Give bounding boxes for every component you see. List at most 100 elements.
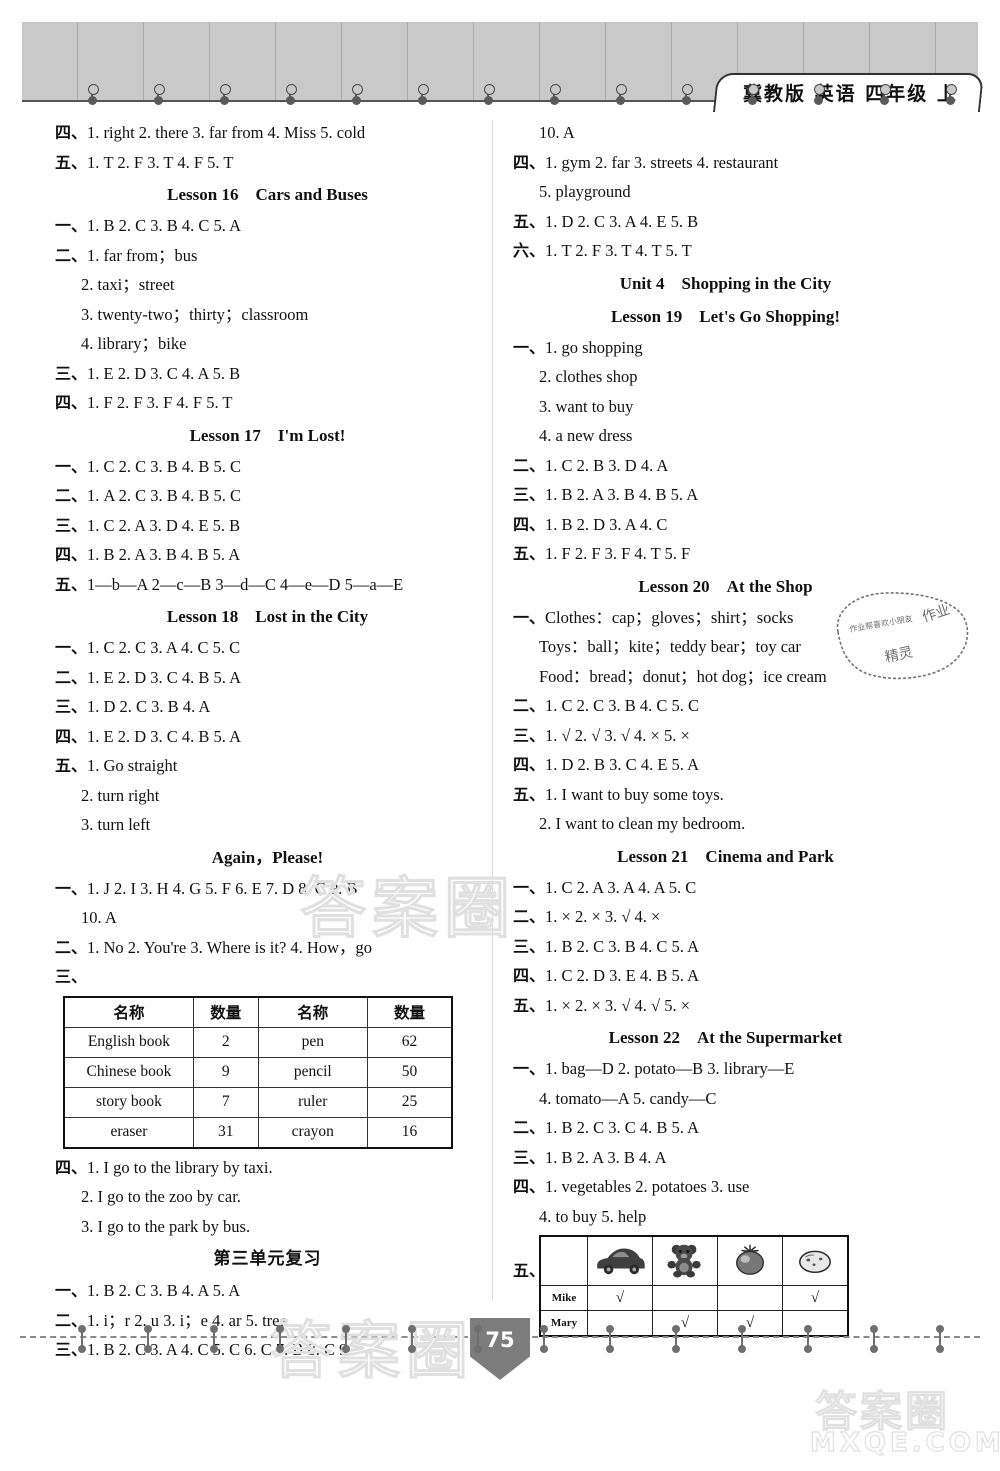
- answer-line: 3. want to buy: [539, 396, 634, 416]
- empty-cell: [652, 1285, 718, 1311]
- tick-mark-cell: √: [782, 1285, 849, 1311]
- answer-text: 1. gym 2. far 3. streets 4. restaurant: [545, 152, 779, 172]
- question-marker: 一、: [513, 1059, 546, 1078]
- picture-cell-tomato: [717, 1235, 783, 1286]
- question-marker: 三、: [513, 725, 546, 745]
- answer-line: 2. I go to the zoo by car.: [81, 1187, 241, 1206]
- question-marker: 三、: [55, 967, 88, 986]
- answer-text: 1. D 2. C 3. A 4. E 5. B: [545, 211, 699, 231]
- answer-text: 1. B 2. A 3. B 4. A: [545, 1147, 667, 1167]
- binding-hole: [682, 84, 693, 95]
- answer-line: 五、1—b—A 2—c—B 3—d—C 4—e—D 5—a—E: [55, 570, 480, 600]
- table-cell: 2: [192, 1026, 259, 1058]
- question-marker: 二、: [55, 486, 88, 505]
- answer-text: 1. B 2. C 3. B 4. A 5. A: [87, 1281, 241, 1300]
- answer-line: 三、1. B 2. C 3. A 4. C 5. C 6. C 7. B 8. …: [55, 1335, 480, 1365]
- binding-ring-bottom: [276, 1325, 284, 1333]
- answer-line: 一、1. B 2. C 3. B 4. A 5. A: [55, 1276, 480, 1306]
- question-marker: 四、: [513, 152, 546, 172]
- binding-ring-bottom: [870, 1325, 878, 1333]
- answer-line: 五、1. Go straight: [55, 751, 480, 781]
- answer-line: 三、1. B 2. A 3. B 4. A: [513, 1143, 938, 1173]
- answer-line: 五、1. × 2. × 3. √ 4. √ 5. ×: [513, 991, 938, 1021]
- answer-text: 1. A 2. C 3. B 4. B 5. C: [87, 486, 242, 505]
- table-cell: ruler: [257, 1086, 369, 1118]
- table-header-row: 名称 数量 名称 数量: [63, 996, 453, 1028]
- table-cell: pen: [257, 1026, 369, 1058]
- binding-ring: [550, 96, 559, 105]
- watermark-logo-cn: 答案圈: [814, 1387, 951, 1437]
- table-cell: pencil: [257, 1056, 369, 1088]
- answer-line: 二、1. A 2. C 3. B 4. B 5. C: [55, 481, 480, 511]
- table-cell: crayon: [257, 1116, 369, 1148]
- answer-line: 二、1. far from；bus: [55, 241, 480, 271]
- empty-cell: [782, 1310, 849, 1337]
- unit-review-title: 第三单元复习: [213, 1249, 322, 1269]
- answer-line: 一、1. J 2. I 3. H 4. G 5. F 6. E 7. D 8. …: [55, 874, 480, 904]
- question-marker: 四、: [513, 755, 546, 774]
- answer-text: 1. B 2. D 3. A 4. C: [545, 514, 668, 534]
- answer-line: 三、1. C 2. A 3. D 4. E 5. B: [55, 511, 480, 541]
- answer-line: 六、1. T 2. F 3. T 4. T 5. T: [513, 236, 938, 266]
- answer-text: 1. C 2. A 3. A 4. A 5. C: [545, 877, 697, 897]
- tick-mark-cell: √: [652, 1310, 718, 1337]
- binding-ring: [814, 96, 823, 105]
- answer-line: 五、1. T 2. F 3. T 4. F 5. T: [55, 148, 480, 178]
- answer-text: 1. B 2. C 3. A 4. C 5. C 6. C 7. B 8. C …: [87, 1340, 352, 1359]
- answer-line: 四、1. C 2. D 3. E 4. B 5. A: [513, 961, 938, 991]
- answer-line: 3. twenty-two；thirty；classroom: [81, 304, 309, 324]
- answer-text: 1. T 2. F 3. T 4. F 5. T: [87, 152, 234, 172]
- binding-ring-bottom: [936, 1325, 944, 1333]
- table-cell: eraser: [63, 1116, 194, 1148]
- question-marker: 一、: [513, 607, 546, 627]
- answer-line: 四、1. gym 2. far 3. streets 4. restaurant: [513, 148, 938, 178]
- answer-text: 1. far from；bus: [87, 245, 198, 265]
- answer-line: 2. I want to clean my bedroom.: [539, 814, 746, 833]
- question-marker: 一、: [55, 216, 88, 235]
- answer-text: 1. E 2. D 3. C 4. A 5. B: [87, 363, 241, 383]
- answer-text: 1. × 2. × 3. √ 4. √ 5. ×: [545, 995, 691, 1015]
- answer-line: 二、1. i；r 2. u 3. i；e 4. ar 5. tree: [55, 1306, 480, 1336]
- answer-text: 1. D 2. B 3. C 4. E 5. A: [545, 755, 700, 774]
- question-marker: 三、: [513, 485, 546, 504]
- question-marker: 四、: [55, 726, 88, 746]
- lesson-title: Lesson 21 Cinema and Park: [617, 846, 834, 866]
- binding-hole: [616, 84, 627, 95]
- question-marker: 一、: [55, 456, 88, 476]
- question-marker: 二、: [55, 937, 88, 957]
- question-marker: 二、: [513, 907, 546, 926]
- answer-text: 1. C 2. C 3. B 4. B 5. C: [87, 456, 242, 476]
- question-marker: 四、: [513, 514, 546, 534]
- answer-line: 2. turn right: [81, 785, 160, 805]
- binding-ring: [88, 96, 97, 105]
- answer-text: 1. C 2. C 3. A 4. C 5. C: [87, 638, 241, 657]
- binding-ring: [616, 96, 625, 105]
- answer-text: 1. C 2. B 3. D 4. A: [545, 455, 669, 475]
- answer-line: 三、: [55, 962, 480, 992]
- question-marker: 五、: [513, 784, 546, 804]
- answer-line: 四、1. right 2. there 3. far from 4. Miss …: [55, 118, 480, 148]
- binding-ring-bottom: [804, 1325, 812, 1333]
- answer-text: 1. B 2. C 3. B 4. C 5. A: [545, 936, 700, 956]
- teddy-bear-icon: [667, 1244, 701, 1278]
- question-marker: 五、: [55, 574, 88, 594]
- question-marker: 二、: [513, 696, 546, 715]
- binding-ring-bottom: [144, 1325, 152, 1333]
- answer-line: 3. turn left: [81, 815, 151, 834]
- answer-text: 1. C 2. C 3. B 4. C 5. C: [545, 696, 700, 715]
- answer-line: 四、1. D 2. B 3. C 4. E 5. A: [513, 750, 938, 780]
- binding-ring-bottom: [606, 1345, 614, 1353]
- answer-line: 二、1. C 2. C 3. B 4. C 5. C: [513, 691, 938, 721]
- empty-cell: [717, 1285, 783, 1311]
- answer-line: 一、1. bag—D 2. potato—B 3. library—E: [513, 1054, 938, 1084]
- binding-ring: [286, 96, 295, 105]
- picture-cell-teddy-bear: [652, 1235, 718, 1286]
- answer-text: 1. right 2. there 3. far from 4. Miss 5.…: [87, 123, 366, 142]
- answer-line: 二、1. × 2. × 3. √ 4. ×: [513, 902, 938, 932]
- lesson-title: Lesson 18 Lost in the City: [166, 607, 369, 626]
- table-cell: Chinese book: [63, 1056, 194, 1088]
- right-answer-column: 10. A 四、1. gym 2. far 3. streets 4. resta…: [513, 118, 938, 1337]
- answer-text: 1. vegetables 2. potatoes 3. use: [545, 1177, 750, 1196]
- binding-hole: [880, 84, 891, 95]
- table-row: Mike √ √: [539, 1285, 849, 1311]
